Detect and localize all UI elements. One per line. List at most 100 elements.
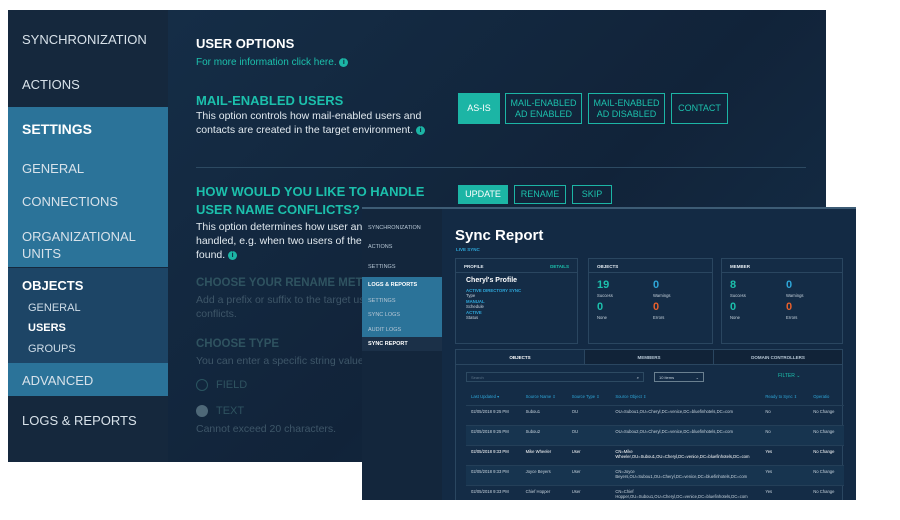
column-header[interactable]: Source Object ⇕ [610,391,760,405]
column-header[interactable]: Source Name ⇕ [521,391,567,405]
choose-type-desc: You can enter a specific string value or… [196,355,385,367]
table-cell: Subou1 [525,408,541,414]
field-radio[interactable]: FIELD [196,379,247,391]
sync-report-window: SYNCHRONIZATION ACTIONS SETTINGS LOGS & … [362,207,856,500]
nav-logs-reports[interactable]: LOGS & REPORTS [362,282,442,288]
table-cell: Subou2 [525,428,541,434]
update-button[interactable]: UPDATE [458,185,508,204]
more-info-link[interactable]: For more information click here. i [196,57,349,68]
table-cell: Joyce Beyers [525,468,551,474]
column-header[interactable]: Ready to Sync ⇕ [760,391,808,405]
info-icon: i [339,57,349,67]
table-cell: CN=Mike Wheeler,OU=Subou1,OU=Cheryl,DC=v… [615,448,750,459]
field-label: FIELD [216,379,248,391]
table-row[interactable]: 02/05/2018 9:33 PM Joyce Beyers User CN=Joy… [466,465,844,485]
nav-settings[interactable]: SETTINGS [362,264,442,270]
nav-actions[interactable]: ACTIONS [362,244,442,250]
report-subtitle: LIVE SYNC [456,247,480,252]
info-icon: i [416,125,426,135]
search-placeholder: Search [471,375,484,380]
mail-enabled-heading: MAIL-ENABLED USERS [196,93,344,108]
skip-button[interactable]: SKIP [572,185,612,204]
table-cell: Yes [765,468,773,474]
none-label: None [597,315,608,320]
nav-groups[interactable]: GROUPS [8,343,168,355]
nav-connections[interactable]: CONNECTIONS [8,194,168,209]
table-cell: Mike Wheeler [525,448,552,454]
table-row[interactable]: 02/05/2018 9:33 PM Chief Hopper User CN=Chi… [466,485,844,500]
nav-advanced[interactable]: ADVANCED [8,373,168,388]
nav-sync-report[interactable]: SYNC REPORT [362,341,442,347]
table-cell: No Change [813,408,835,414]
table-row[interactable]: 02/05/2018 9:33 PM Mike Wheeler User CN=Mik… [466,445,844,465]
tab-domain-controllers[interactable]: DOMAIN CONTROLLERS [714,350,842,364]
mail-enabled-ad-disabled-button[interactable]: MAIL-ENABLED AD DISABLED [588,93,665,124]
errors-label: Errors [653,315,665,320]
table-cell: CN=Chief Hopper,OU=Subou1,OU=Cheryl,DC=v… [615,488,748,499]
member-none: 0 [730,301,737,313]
nav-actions[interactable]: ACTIONS [8,77,168,92]
card-header: MEMBER [722,259,842,273]
column-header[interactable]: Source Type ⇕ [567,391,611,405]
filter-button[interactable]: FILTER ⌄ [778,373,800,379]
success-label: Success [730,293,746,298]
table-cell: 02/05/2018 9:33 PM [471,448,509,454]
text-radio[interactable]: TEXT [196,405,244,417]
desc-line: found. [196,249,226,261]
desc-line: This option determines how user and co [196,221,383,233]
nav-logs-reports[interactable]: LOGS & REPORTS [8,413,168,428]
nav-objects-general[interactable]: GENERAL [8,302,168,314]
table-cell: Yes [765,488,773,494]
warnings-label: Warnings [653,293,671,298]
profile-name: Cheryl's Profile [466,277,518,284]
rename-button[interactable]: RENAME [514,185,566,204]
nav-synchronization[interactable]: SYNCHRONIZATION [8,32,168,47]
nav-audit-logs[interactable]: AUDIT LOGS [362,327,442,333]
objects-warnings: 0 [653,279,660,291]
profile-card: PROFILE DETAILS Cheryl's Profile ACTIVE D… [455,258,578,344]
table-cell: OU [571,408,578,414]
divider [196,167,806,168]
table-cell: 02/05/2018 9:25 PM [471,408,509,414]
nav-sync-logs[interactable]: SYNC LOGS [362,312,442,318]
contact-button[interactable]: CONTACT [671,93,728,124]
member-success: 8 [730,279,737,291]
success-label: Success [597,293,613,298]
table-cell: User [571,448,581,454]
member-warnings: 0 [786,279,793,291]
mail-enabled-ad-enabled-button[interactable]: MAIL-ENABLED AD ENABLED [505,93,582,124]
search-input[interactable]: Search ⌕ [466,372,644,382]
table-cell: User [571,468,581,474]
nav-general[interactable]: GENERAL [8,161,168,176]
table-cell: Yes [765,448,773,454]
mail-enabled-desc: This option controls how mail-enabled us… [196,109,441,137]
items-per-page-select[interactable]: 10 items ⌄ [654,372,704,382]
table-cell: OU=Subou2,OU=Cheryl,DC=venice,DC=bluefin… [615,428,733,434]
warnings-label: Warnings [786,293,804,298]
objects-success: 19 [597,279,610,291]
nav-organizational-units[interactable]: ORGANIZATIONAL UNITS [8,228,138,262]
nav-objects[interactable]: OBJECTS [8,278,168,293]
none-label: None [730,315,741,320]
column-header[interactable]: Operatio [808,391,844,405]
report-title: Sync Report [455,227,544,244]
nav-users[interactable]: USERS [8,322,168,334]
report-sidebar: SYNCHRONIZATION ACTIONS SETTINGS LOGS & … [362,209,442,500]
table-row[interactable]: 02/05/2018 9:25 PM Subou2 OU OU=Subou2,OU=C… [466,425,844,445]
nav-synchronization[interactable]: SYNCHRONIZATION [362,225,442,231]
details-link[interactable]: DETAILS [550,264,569,269]
nav-report-settings[interactable]: SETTINGS [362,298,442,304]
table-row[interactable]: 02/05/2018 9:25 PM Subou1 OU OU=Subou1,OU=C… [466,405,844,425]
table-cell: No Change [813,448,835,454]
tab-members[interactable]: MEMBERS [585,350,714,364]
radio-icon [196,379,208,391]
as-is-button[interactable]: AS-IS [458,93,500,124]
items-value: 10 items [659,375,675,380]
tab-objects[interactable]: OBJECTS [456,350,585,364]
table-cell: 02/05/2018 9:33 PM [471,468,509,474]
desc-line: Add a prefix or suffix to the target use… [196,294,386,306]
column-header[interactable]: Last Updated ▾ [466,391,521,405]
table-cell: No Change [813,428,835,434]
table-cell: 02/05/2018 9:25 PM [471,428,509,434]
nav-settings[interactable]: SETTINGS [8,121,168,137]
